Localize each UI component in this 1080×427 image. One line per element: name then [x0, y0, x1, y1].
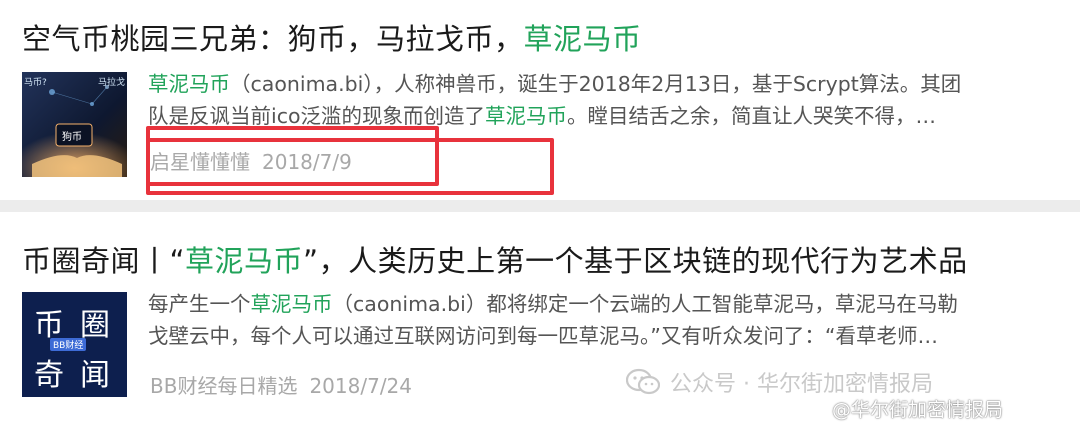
result-thumbnail-2[interactable]: 币 圈 奇 闻 BB财经 [22, 292, 127, 397]
snippet-highlight: 草泥马币 [485, 104, 568, 128]
snippet-line: 每产生一个草泥马币（caonima.bi）都将绑定一个云端的人工智能草泥马，草泥… [148, 288, 1048, 320]
highlight-box-2 [146, 138, 554, 195]
snippet-text: （caonima.bi）都将绑定一个云端的人工智能草泥马，草泥马在马勒 [332, 292, 958, 316]
snippet-text: 每产生一个 [148, 292, 251, 316]
snippet-line: 戈壁云中，每个人可以通过互联网访问到每一匹草泥马。”又有听众发问了：“看草老师… [148, 320, 1048, 352]
result-snippet-2: 每产生一个草泥马币（caonima.bi）都将绑定一个云端的人工智能草泥马，草泥… [148, 288, 1048, 352]
wechat-icon [626, 368, 660, 395]
thumb-char: 奇 [34, 358, 64, 393]
snippet-highlight: 草泥马币 [148, 72, 230, 96]
title-highlight: 草泥马币 [523, 22, 642, 56]
snippet-highlight: 草泥马币 [250, 292, 333, 316]
snippet-text: 队是反讽当前ico泛滥的现象而创造了 [148, 104, 486, 128]
result-snippet-1: 草泥马币（caonima.bi），人称神兽币，诞生于2018年2月13日，基于S… [148, 68, 1048, 132]
wechat-watermark: 公众号 · 华尔街加密情报局 [626, 366, 933, 398]
thumb-char: 闻 [80, 358, 110, 393]
thumbnail-image-2: 币 圈 奇 闻 BB财经 [22, 292, 127, 397]
thumbnail-corner-text-right: 马拉戈 [97, 78, 125, 88]
title-text: ”，人类历史上第一个基于区块链的现代行为艺术品 [303, 244, 968, 278]
title-text: 空气币桃园三兄弟：狗币，马拉戈币， [22, 22, 524, 56]
result-meta-2: BB财经每日精选 2018/7/24 [150, 370, 412, 399]
result-source[interactable]: BB财经每日精选 [150, 374, 297, 398]
title-highlight: 草泥马币 [185, 244, 304, 278]
result-date: 2018/7/24 [309, 374, 413, 398]
snippet-text: 戈壁云中，每个人可以通过互联网访问到每一匹草泥马。”又有听众发问了：“看草老师… [148, 324, 938, 348]
thumbnail-corner-text-left: 马币? [24, 78, 47, 88]
snippet-text: （caonima.bi），人称神兽币，诞生于2018年2月13日，基于Scryp… [230, 72, 962, 96]
snippet-line: 草泥马币（caonima.bi），人称神兽币，诞生于2018年2月13日，基于S… [148, 68, 1048, 100]
watermark-text: 公众号 · 华尔街加密情报局 [670, 372, 933, 397]
result-thumbnail-1[interactable]: 狗币 马币? 马拉戈 [22, 72, 127, 177]
watermark-handle: @华尔街加密情报局 [832, 399, 1004, 421]
thumbnail-label: 狗币 [62, 132, 82, 143]
title-text: 币圈奇闻丨“ [22, 244, 186, 278]
thumb-badge: BB财经 [50, 338, 87, 351]
result-title-1[interactable]: 空气币桃园三兄弟：狗币，马拉戈币，草泥马币 [22, 16, 642, 58]
snippet-text: 。瞠目结舌之余，简直让人哭笑不得，… [567, 104, 937, 128]
result-title-2[interactable]: 币圈奇闻丨“草泥马币”，人类历史上第一个基于区块链的现代行为艺术品 [22, 238, 968, 280]
